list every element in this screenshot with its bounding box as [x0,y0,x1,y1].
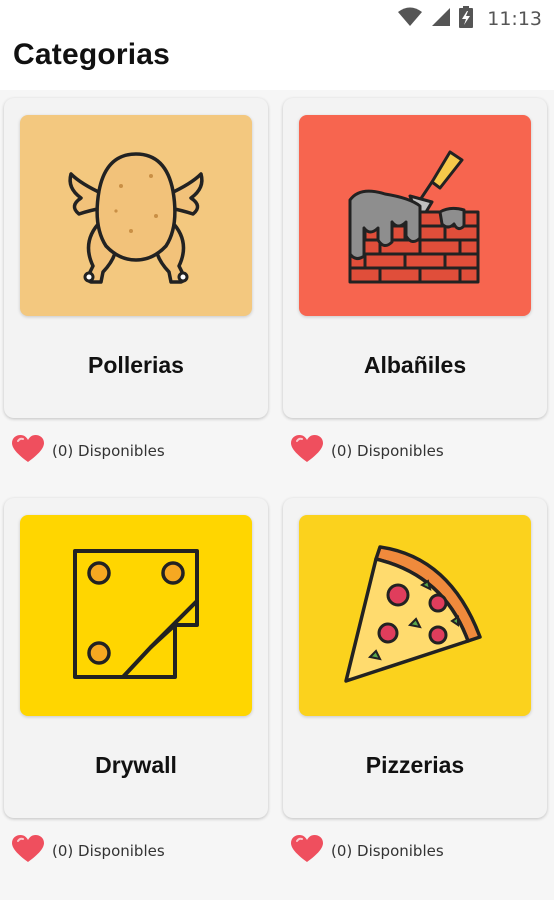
category-grid: Pollerias (0) Disponibles Albañiles (0) … [0,96,554,900]
signal-icon [431,7,451,32]
category-label: Albañiles [363,352,467,378]
availability-text: (0) Disponibles [331,442,444,460]
heart-icon[interactable] [291,434,323,468]
category-card-pizzerias[interactable]: Pizzerias [283,498,547,818]
availability-text: (0) Disponibles [331,842,444,860]
category-label: Drywall [95,752,177,778]
category-image [299,115,531,316]
availability-text: (0) Disponibles [52,842,165,860]
availability-row: (0) Disponibles [291,434,444,468]
category-image [20,115,252,316]
app-bar: Categorias [0,36,554,90]
brick-wall-trowel-icon [348,150,480,283]
battery-charging-icon [459,5,474,33]
wifi-icon [397,7,423,32]
heart-icon[interactable] [291,834,323,868]
heart-icon[interactable] [12,434,44,468]
status-icons: 11:13 [397,5,542,33]
category-image [20,515,252,716]
category-image [299,515,531,716]
heart-icon[interactable] [12,834,44,868]
roast-chicken-icon [68,151,204,284]
drywall-panel-icon [73,548,199,679]
status-time: 11:13 [487,8,542,30]
availability-row: (0) Disponibles [12,434,165,468]
category-label: Pollerias [88,352,184,378]
page-title: Categorias [13,38,171,71]
category-card-pollerias[interactable]: Pollerias [4,98,268,418]
status-bar: 11:13 [0,0,554,36]
availability-row: (0) Disponibles [12,834,165,868]
category-card-drywall[interactable]: Drywall [4,498,268,818]
availability-row: (0) Disponibles [291,834,444,868]
category-card-albaniles[interactable]: Albañiles [283,98,547,418]
pizza-slice-icon [344,544,482,683]
availability-text: (0) Disponibles [52,442,165,460]
category-label: Pizzerias [365,752,465,778]
